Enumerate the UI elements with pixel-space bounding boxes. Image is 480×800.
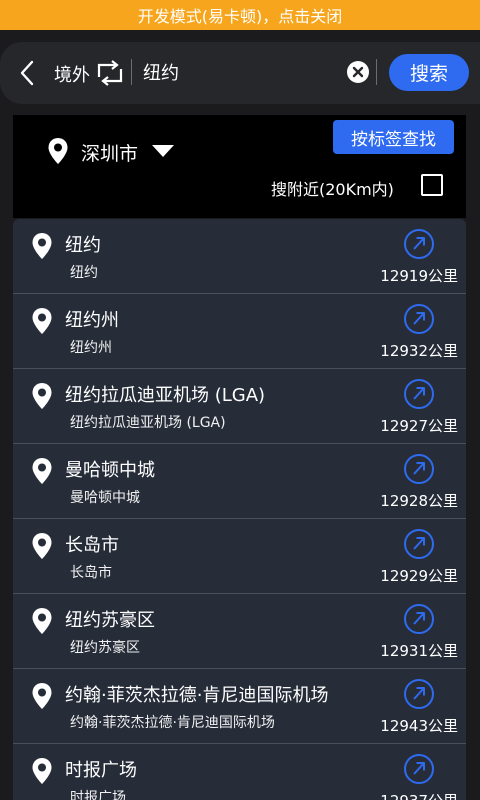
dev-mode-banner[interactable]: 开发模式(易卡顿)，点击关闭 [0, 0, 480, 30]
clear-button[interactable] [347, 61, 369, 83]
result-title: 纽约 [65, 235, 101, 256]
result-title: 纽约拉瓜迪亚机场 (LGA) [65, 385, 266, 406]
location-pin-icon [32, 533, 52, 559]
list-item[interactable]: 曼哈顿中城 曼哈顿中城 12928公里 [13, 444, 466, 519]
location-pin-icon [32, 758, 52, 784]
result-title: 长岛市 [65, 535, 119, 556]
list-item[interactable]: 纽约苏豪区 纽约苏豪区 12931公里 [13, 594, 466, 669]
result-subtitle: 纽约苏豪区 [70, 640, 140, 656]
result-title: 约翰·菲茨杰拉德·肯尼迪国际机场 [65, 685, 329, 706]
navigate-icon[interactable] [403, 228, 435, 260]
close-icon [352, 66, 364, 78]
region-label[interactable]: 境外 [54, 61, 90, 87]
divider [131, 59, 132, 85]
navigate-icon[interactable] [403, 753, 435, 785]
result-subtitle: 纽约 [70, 265, 98, 281]
navigate-icon[interactable] [403, 678, 435, 710]
result-distance: 12943公里 [380, 717, 458, 735]
location-pin-icon [32, 308, 52, 334]
result-title: 纽约苏豪区 [65, 610, 155, 631]
list-item[interactable]: 纽约拉瓜迪亚机场 (LGA) 纽约拉瓜迪亚机场 (LGA) 12927公里 [13, 369, 466, 444]
city-selector[interactable]: 深圳市 [81, 139, 138, 166]
nearby-checkbox[interactable] [421, 174, 443, 196]
swap-icon[interactable] [95, 60, 125, 86]
result-subtitle: 纽约拉瓜迪亚机场 (LGA) [70, 415, 226, 431]
result-distance: 12929公里 [380, 567, 458, 585]
search-by-tag-button[interactable]: 按标签查找 [333, 120, 454, 154]
divider [376, 59, 377, 85]
list-item[interactable]: 长岛市 长岛市 12929公里 [13, 519, 466, 594]
result-distance: 12937公里 [380, 790, 458, 800]
result-distance: 12931公里 [380, 642, 458, 660]
navigate-icon[interactable] [403, 303, 435, 335]
location-pin-icon [32, 608, 52, 634]
result-distance: 12928公里 [380, 492, 458, 510]
list-item[interactable]: 纽约 纽约 12919公里 [13, 219, 466, 294]
chevron-left-icon [20, 60, 34, 86]
location-pin-icon [32, 458, 52, 484]
nearby-label: 搜附近(20Km内) [271, 180, 394, 199]
result-title: 纽约州 [65, 310, 119, 331]
location-pin-icon [32, 383, 52, 409]
result-subtitle: 时报广场 [70, 790, 126, 800]
navigate-icon[interactable] [403, 528, 435, 560]
location-pin-icon [48, 138, 68, 164]
result-subtitle: 曼哈顿中城 [70, 490, 140, 506]
result-subtitle: 纽约州 [70, 340, 112, 356]
result-title: 时报广场 [65, 760, 137, 781]
list-item[interactable]: 时报广场时报广场12937公里 [13, 744, 466, 800]
navigate-icon[interactable] [403, 453, 435, 485]
results-list: 纽约 纽约 12919公里 纽约州 纽约州 12932公里 纽约拉瓜迪亚机场 (LGA) 纽约… [13, 219, 466, 800]
list-item[interactable]: 约翰·菲茨杰拉德·肯尼迪国际机场 约翰·菲茨杰拉德·肯尼迪国际机场 12943公里 [13, 669, 466, 744]
back-button[interactable] [16, 60, 38, 86]
result-distance: 12919公里 [380, 267, 458, 285]
result-subtitle: 长岛市 [70, 565, 112, 581]
search-button[interactable]: 搜索 [389, 54, 469, 91]
location-pin-icon [32, 233, 52, 259]
result-subtitle: 约翰·菲茨杰拉德·肯尼迪国际机场 [70, 715, 275, 731]
result-title: 曼哈顿中城 [65, 460, 155, 481]
result-distance: 12932公里 [380, 342, 458, 360]
navigate-icon[interactable] [403, 378, 435, 410]
navigate-icon[interactable] [403, 603, 435, 635]
search-input[interactable] [143, 56, 333, 88]
caret-down-icon[interactable] [151, 144, 175, 158]
result-distance: 12927公里 [380, 417, 458, 435]
search-bar: 境外 搜索 [0, 42, 480, 104]
list-item[interactable]: 纽约州 纽约州 12932公里 [13, 294, 466, 369]
filter-panel: 深圳市 按标签查找 搜附近(20Km内) [13, 115, 466, 218]
location-pin-icon [32, 683, 52, 709]
